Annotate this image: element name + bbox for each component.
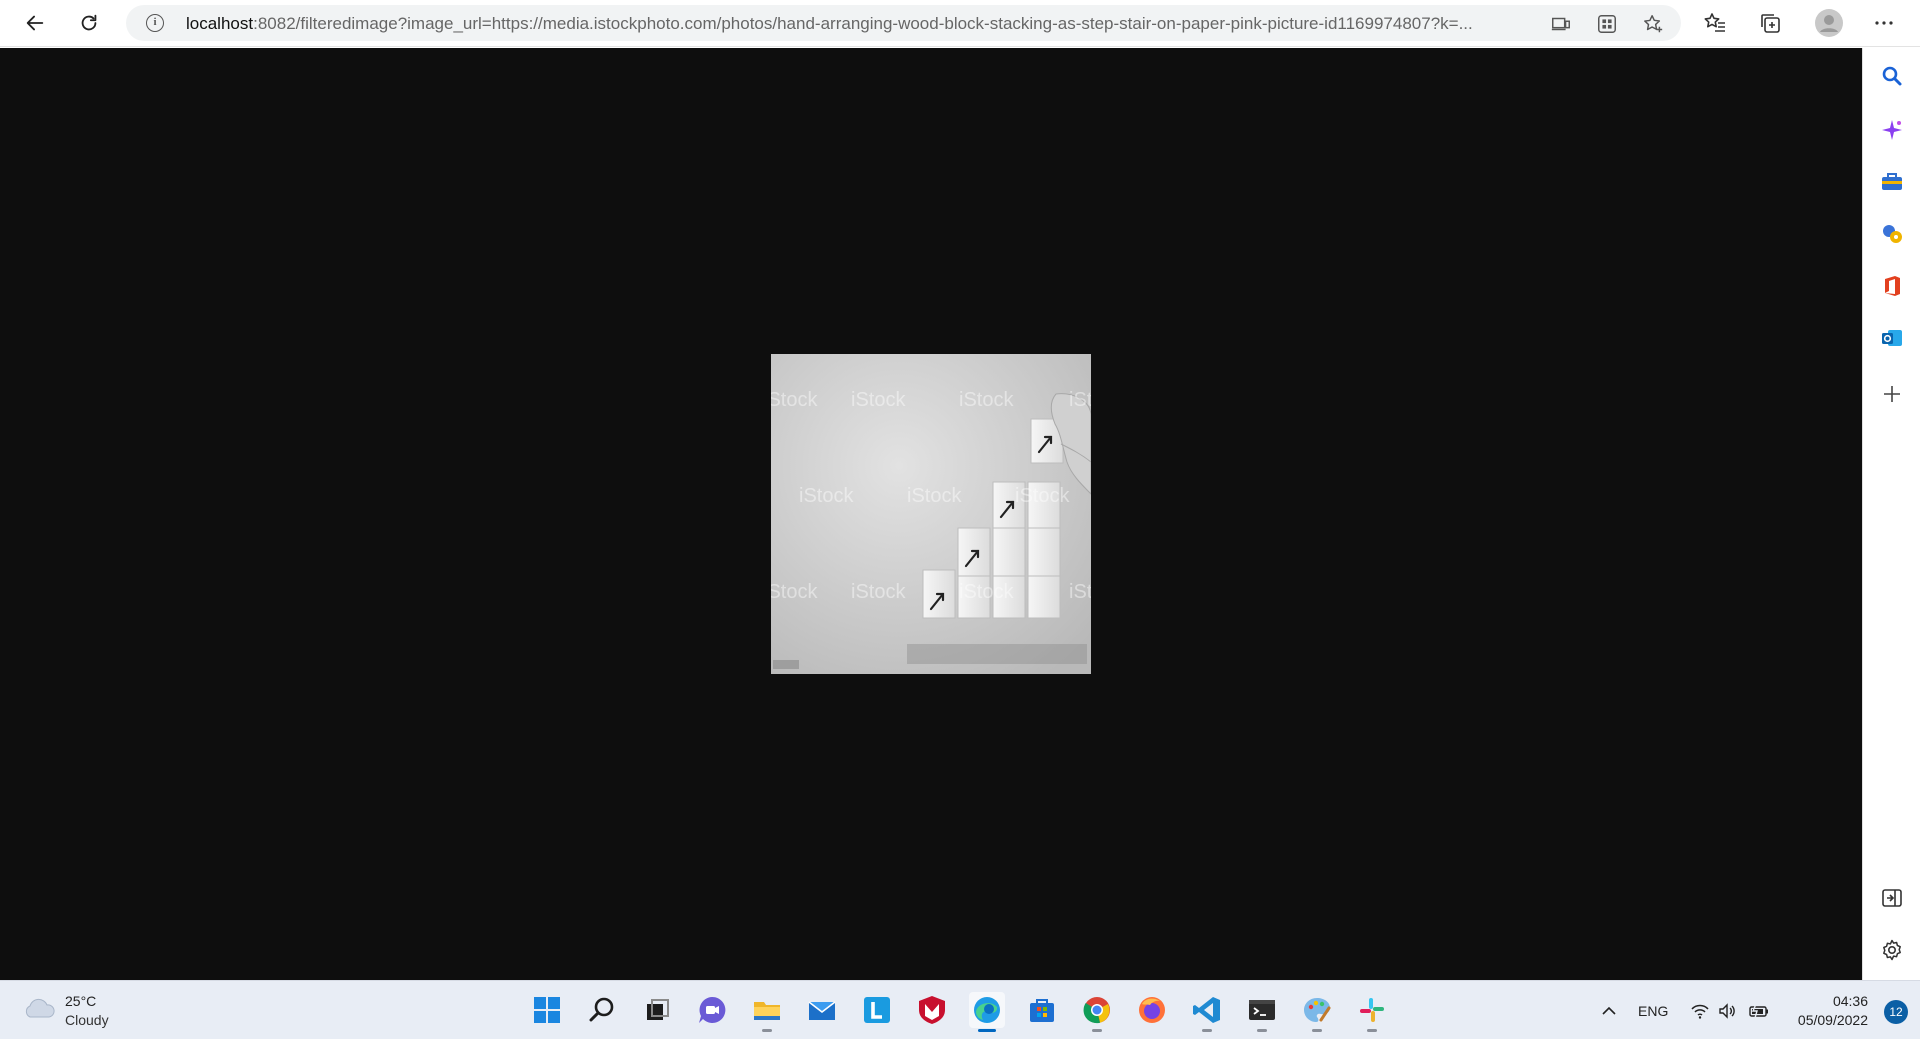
- language-indicator[interactable]: ENG: [1638, 981, 1668, 1040]
- running-indicator: [978, 1029, 996, 1032]
- watermark-text: iStock: [771, 389, 818, 411]
- watermark-text: iStock: [907, 485, 962, 507]
- speaker-icon: [1719, 1002, 1735, 1019]
- refresh-button[interactable]: [71, 6, 107, 40]
- notification-badge[interactable]: 12: [1884, 1000, 1908, 1024]
- clock[interactable]: 04:36 05/09/2022: [1798, 992, 1868, 1030]
- cloud-icon: [25, 998, 55, 1018]
- chat-icon: [699, 996, 726, 1023]
- outlook-icon[interactable]: [1880, 326, 1904, 350]
- clock-time: 04:36: [1832, 993, 1868, 1009]
- watermark-text: iStock: [851, 389, 906, 411]
- paint-button[interactable]: [1299, 992, 1335, 1032]
- filtered-image: iStock iStock iStock iStock iStock iStoc…: [771, 354, 1091, 674]
- url-text[interactable]: localhost:8082/filteredimage?image_url=h…: [186, 14, 1586, 34]
- vscode-icon: [1193, 997, 1220, 1023]
- store-icon: [1030, 999, 1054, 1022]
- collections-icon[interactable]: [1758, 11, 1782, 35]
- paint-palette-icon: [1304, 998, 1331, 1022]
- app-grid-icon[interactable]: [1596, 13, 1618, 35]
- task-view-button[interactable]: [639, 992, 675, 1028]
- url-path: :8082/filteredimage?image_url=https://me…: [253, 14, 1473, 33]
- store-button[interactable]: [1024, 992, 1060, 1028]
- profile-icon[interactable]: [1814, 8, 1844, 38]
- windows-logo-icon: [534, 997, 560, 1023]
- mcafee-shield-icon: [919, 996, 945, 1024]
- watermark-text: iStock: [959, 389, 1014, 411]
- file-explorer-button[interactable]: [749, 992, 785, 1032]
- clock-date: 05/09/2022: [1797, 1012, 1868, 1028]
- watermark-text: iStock: [1069, 389, 1091, 411]
- edge-button[interactable]: [969, 992, 1005, 1032]
- l-app-button[interactable]: [859, 992, 895, 1028]
- back-button[interactable]: [17, 6, 53, 40]
- weather-widget[interactable]: 25°C Cloudy: [22, 991, 162, 1031]
- read-aloud-icon[interactable]: [1550, 13, 1572, 35]
- grayscale-photo-wood-block-stairs: iStock iStock iStock iStock iStock iStoc…: [771, 354, 1091, 674]
- back-arrow-icon: [26, 15, 44, 31]
- folder-icon: [754, 1002, 780, 1020]
- chat-button[interactable]: [694, 992, 730, 1028]
- watermark-text: iStock: [959, 581, 1014, 603]
- windows-taskbar: 25°C Cloudy ENG 04:36 05/09/2022 12: [0, 980, 1920, 1039]
- address-bar[interactable]: i localhost:8082/filteredimage?image_url…: [126, 5, 1681, 41]
- briefcase-icon[interactable]: [1880, 170, 1904, 194]
- tray-overflow-button[interactable]: [1600, 981, 1618, 1040]
- add-icon[interactable]: [1880, 382, 1904, 406]
- office-icon[interactable]: [1880, 274, 1904, 298]
- search-icon: [589, 997, 614, 1022]
- chevron-up-icon: [1602, 1006, 1616, 1015]
- add-favorite-icon[interactable]: [1642, 13, 1664, 35]
- wifi-icon: [1691, 1004, 1709, 1019]
- edge-sidebar: [1862, 48, 1920, 980]
- running-indicator: [1202, 1029, 1212, 1032]
- firefox-button[interactable]: [1134, 992, 1170, 1028]
- url-host: localhost: [186, 14, 254, 33]
- sparkle-icon[interactable]: [1880, 118, 1904, 142]
- favorites-icon[interactable]: [1703, 11, 1727, 35]
- settings-icon[interactable]: [1880, 938, 1904, 962]
- running-indicator: [1312, 1029, 1322, 1032]
- task-view-icon: [647, 999, 669, 1020]
- page-viewport: iStock iStock iStock iStock iStock iStoc…: [0, 48, 1862, 980]
- volume-indicator[interactable]: [1718, 981, 1738, 1040]
- taskbar-search-button[interactable]: [584, 992, 620, 1028]
- running-indicator: [762, 1029, 772, 1032]
- running-indicator: [1092, 1029, 1102, 1032]
- more-icon[interactable]: [1872, 11, 1896, 35]
- battery-indicator[interactable]: [1748, 981, 1770, 1040]
- hide-sidebar-icon[interactable]: [1880, 886, 1904, 910]
- games-icon[interactable]: [1880, 222, 1904, 246]
- mail-icon: [808, 1001, 836, 1020]
- refresh-icon: [81, 14, 97, 31]
- terminal-icon: [1249, 1000, 1275, 1020]
- slack-icon: [1360, 998, 1384, 1022]
- slack-button[interactable]: [1354, 992, 1390, 1032]
- weather-temp: 25°C: [65, 993, 97, 1009]
- firefox-icon: [1139, 997, 1165, 1023]
- vscode-button[interactable]: [1189, 992, 1225, 1032]
- watermark-text: iStock: [851, 581, 906, 603]
- watermark-text: iStock: [1015, 485, 1070, 507]
- l-app-icon: [864, 997, 890, 1023]
- info-icon[interactable]: i: [146, 14, 164, 32]
- running-indicator: [1257, 1029, 1267, 1032]
- start-button[interactable]: [529, 992, 565, 1028]
- battery-icon: [1749, 1003, 1768, 1018]
- watermark-text: iStock: [799, 485, 854, 507]
- mcafee-button[interactable]: [914, 992, 950, 1028]
- browser-toolbar: i localhost:8082/filteredimage?image_url…: [0, 0, 1920, 47]
- weather-condition: Cloudy: [65, 1012, 109, 1028]
- chrome-button[interactable]: [1079, 992, 1115, 1032]
- running-indicator: [1367, 1029, 1377, 1032]
- watermark-text: iStock: [1069, 581, 1091, 603]
- watermark-text: iStock: [771, 581, 818, 603]
- search-icon[interactable]: [1880, 64, 1904, 88]
- chrome-icon: [1083, 997, 1110, 1024]
- terminal-button[interactable]: [1244, 992, 1280, 1032]
- wifi-indicator[interactable]: [1690, 981, 1710, 1040]
- mail-button[interactable]: [804, 992, 840, 1028]
- edge-icon: [974, 997, 1000, 1023]
